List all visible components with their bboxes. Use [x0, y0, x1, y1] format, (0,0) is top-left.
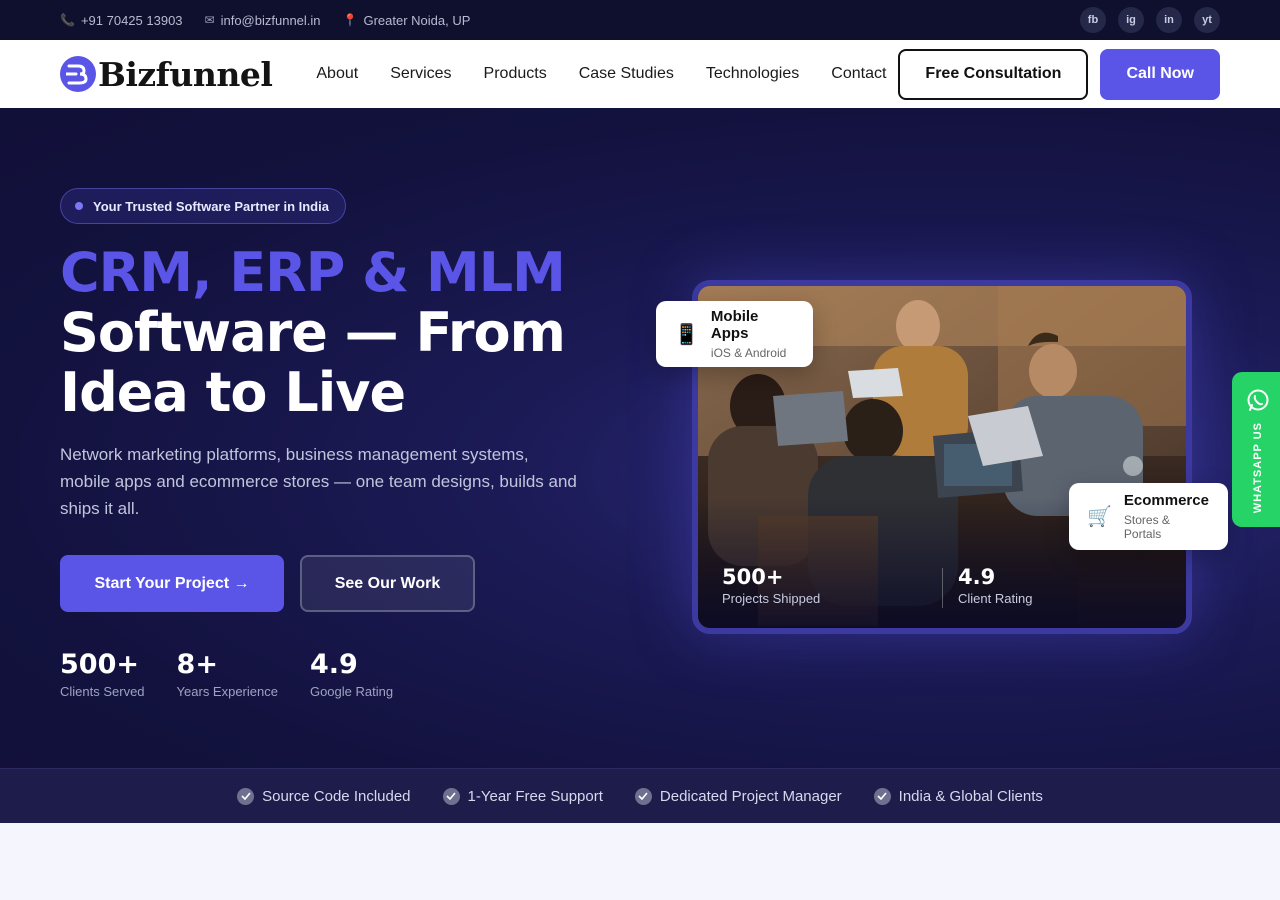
mail-icon: ✉ [204, 13, 215, 27]
feature-text: Dedicated Project Manager [659, 787, 842, 805]
ecommerce-card: 🛒 Ecommerce Stores & Portals [1069, 483, 1228, 550]
feature-item: 1-Year Free Support [442, 787, 603, 805]
nav-item-about[interactable]: About [316, 65, 358, 83]
instagram-icon[interactable]: ig [1118, 7, 1144, 33]
logo-mark-icon [60, 56, 96, 92]
feature-item: Source Code Included [237, 787, 411, 805]
call-now-button[interactable]: Call Now [1100, 48, 1220, 100]
see-our-work-button[interactable]: See Our Work [300, 555, 475, 612]
nav-item-technologies[interactable]: Technologies [706, 65, 799, 83]
cart-icon: 🛒 [1087, 506, 1112, 528]
logo-text: Bizfunnel [98, 54, 273, 94]
phone-text: +91 70425 13903 [80, 12, 183, 28]
check-icon [873, 787, 891, 805]
card-stat-label: Client Rating [958, 591, 1033, 606]
location-text: Greater Noida, UP [363, 12, 471, 28]
whatsapp-button[interactable]: WHATSAPP US [1232, 372, 1280, 527]
float-card-sub: iOS & Android [710, 346, 787, 360]
feature-text: India & Global Clients [898, 787, 1043, 805]
badge-text: Your Trusted Software Partner in India [93, 198, 329, 214]
phone-item[interactable]: 📞 +91 70425 13903 [60, 13, 183, 28]
pin-icon: 📍 [342, 13, 358, 27]
stat-value: 4.9 [309, 649, 358, 680]
card-stat-rating: 4.9 Client Rating [958, 565, 1032, 606]
check-icon [634, 787, 652, 805]
free-consultation-button[interactable]: Free Consultation [898, 48, 1089, 100]
stat-label: Years Experience [176, 684, 278, 699]
whatsapp-icon [1247, 389, 1269, 411]
stat-clients: 500+ Clients Served [60, 648, 145, 699]
feature-text: 1-Year Free Support [467, 787, 603, 805]
youtube-icon[interactable]: yt [1194, 7, 1220, 33]
linkedin-icon[interactable]: in [1156, 7, 1182, 33]
hero-title-accent: CRM, ERP & MLM [60, 241, 566, 304]
stat-years: 8+ Years Experience [177, 648, 278, 699]
nav-menu: About Services Products Case Studies Tec… [316, 65, 886, 83]
badge-dot-icon [75, 202, 83, 210]
hero-title-line3: Idea to Live [60, 361, 406, 424]
hero-section: Your Trusted Software Partner in India C… [0, 108, 1280, 768]
card-stat-projects: 500+ Projects Shipped [722, 565, 820, 606]
phone-icon: 📱 [674, 323, 699, 346]
feature-item: India & Global Clients [873, 787, 1043, 805]
stat-rating: 4.9 Google Rating [310, 648, 393, 699]
stat-label: Clients Served [60, 684, 145, 699]
stat-value: 8+ [176, 649, 218, 680]
hero-badge: Your Trusted Software Partner in India [60, 188, 346, 224]
nav-item-case-studies[interactable]: Case Studies [579, 65, 674, 83]
float-card-sub: Stores & Portals [1123, 513, 1170, 541]
nav-item-services[interactable]: Services [390, 65, 451, 83]
stat-value: 500+ [60, 649, 139, 680]
nav-actions: Free Consultation Call Now [898, 48, 1220, 100]
social-links: fb ig in yt [1080, 7, 1220, 33]
float-card-title: Ecommerce [1123, 492, 1209, 509]
mobile-apps-card: 📱 Mobile Apps iOS & Android [656, 301, 813, 367]
contact-info: 📞 +91 70425 13903 ✉ info@bizfunnel.in 📍 Gre… [60, 13, 470, 28]
check-icon [442, 787, 460, 805]
email-text: info@bizfunnel.in [220, 12, 321, 28]
hero-stats: 500+ Clients Served 8+ Years Experience … [60, 648, 393, 699]
location-item: 📍 Greater Noida, UP [343, 13, 471, 28]
next-section [0, 823, 1280, 900]
logo[interactable]: Bizfunnel [60, 54, 273, 94]
features-strip: Source Code Included 1-Year Free Support… [0, 768, 1280, 823]
email-item[interactable]: ✉ info@bizfunnel.in [205, 13, 321, 28]
nav-item-products[interactable]: Products [484, 65, 547, 83]
facebook-icon[interactable]: fb [1080, 7, 1106, 33]
card-stat-value: 4.9 [958, 565, 996, 589]
start-project-button[interactable]: Start Your Project → [60, 555, 284, 612]
card-stat-value: 500+ [722, 565, 784, 589]
top-info-bar: 📞 +91 70425 13903 ✉ info@bizfunnel.in 📍 Gre… [0, 0, 1280, 40]
feature-item: Dedicated Project Manager [634, 787, 842, 805]
hero-title: CRM, ERP & MLM Software — From Idea to L… [60, 241, 566, 424]
nav-item-contact[interactable]: Contact [831, 65, 886, 83]
main-navbar: Bizfunnel About Services Products Case S… [0, 40, 1280, 108]
stat-label: Google Rating [309, 684, 394, 699]
hero-lead: Network marketing platforms, business ma… [60, 445, 577, 518]
feature-text: Source Code Included [262, 787, 411, 805]
card-stat-label: Projects Shipped [722, 591, 821, 606]
phone-icon: 📞 [60, 13, 75, 27]
stat-divider [942, 568, 943, 608]
whatsapp-label: WHATSAPP US [1252, 422, 1264, 514]
hero-title-line2: Software — From [60, 301, 566, 364]
check-icon [237, 787, 255, 805]
float-card-title: Mobile Apps [710, 308, 759, 342]
